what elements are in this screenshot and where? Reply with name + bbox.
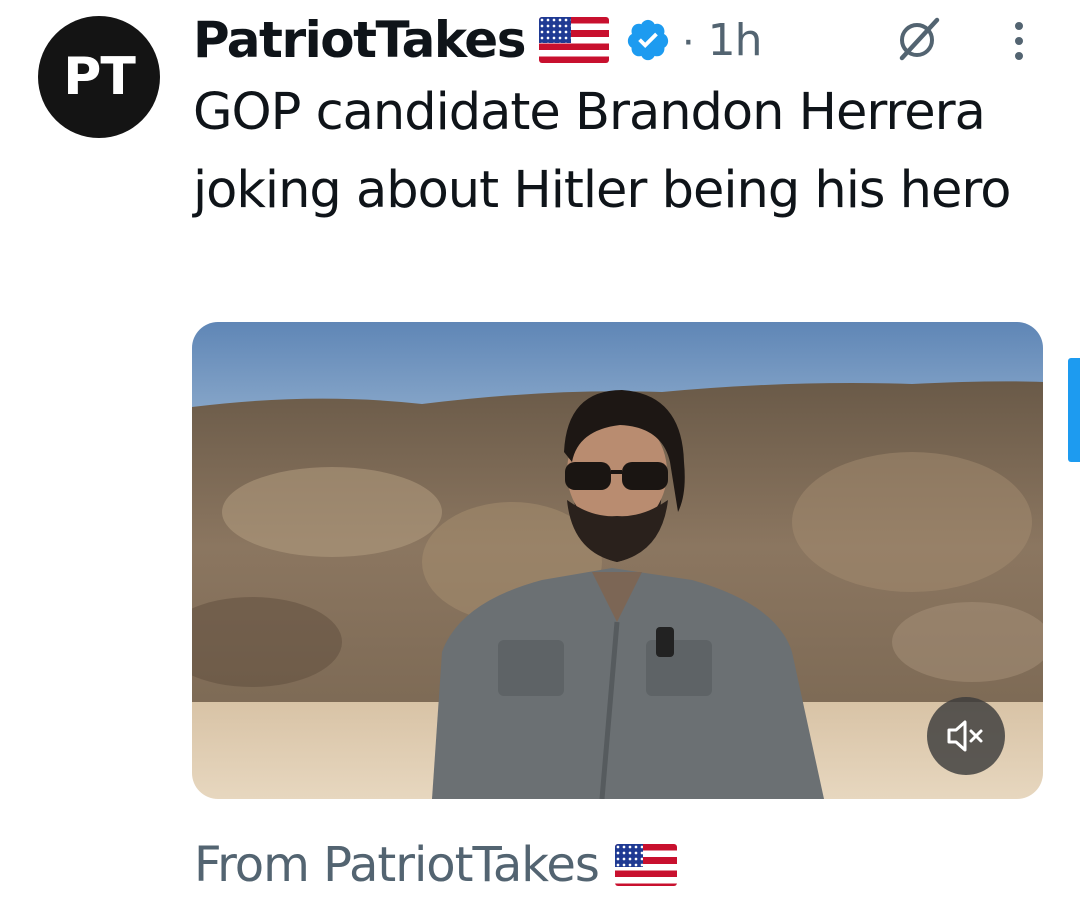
display-name[interactable]: PatriotTakes (193, 11, 526, 69)
more-options-icon[interactable] (1008, 20, 1030, 64)
us-flag-icon (614, 844, 677, 886)
video-frame (192, 322, 1043, 799)
video-player[interactable] (192, 322, 1043, 799)
us-flag-icon (538, 17, 609, 63)
mute-toggle-button[interactable] (927, 697, 1005, 775)
verified-badge-icon[interactable] (625, 17, 671, 63)
avatar[interactable]: PT (38, 16, 160, 138)
separator-dot: · (680, 15, 696, 64)
from-label: From PatriotTakes (194, 837, 600, 893)
community-source-link[interactable]: From PatriotTakes (194, 832, 677, 898)
grok-icon[interactable] (893, 14, 943, 64)
tweet-card: PT PatriotTakes · 1h GOP candidate Brand… (0, 0, 1080, 916)
scroll-indicator[interactable] (1068, 358, 1080, 462)
tweet-text: GOP candidate Brandon Herrera joking abo… (193, 83, 1011, 220)
muted-speaker-icon (947, 720, 983, 752)
avatar-initials: PT (63, 47, 136, 107)
timestamp[interactable]: 1h (708, 15, 763, 66)
tweet-header: PatriotTakes · 1h (193, 8, 763, 72)
